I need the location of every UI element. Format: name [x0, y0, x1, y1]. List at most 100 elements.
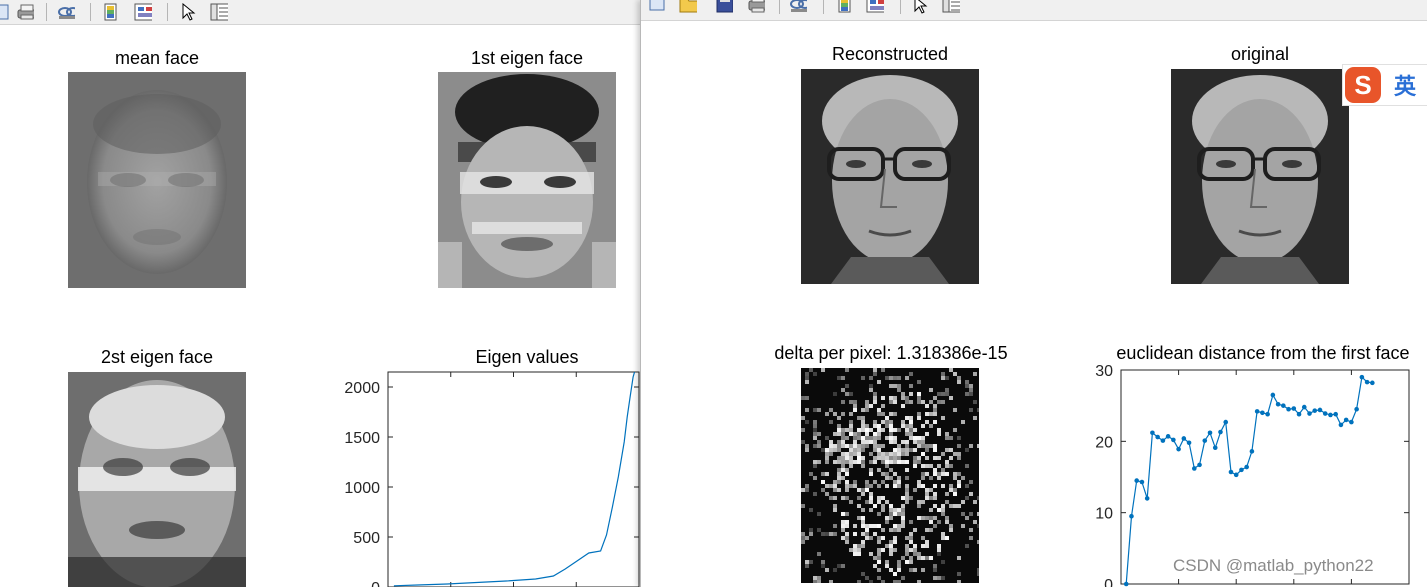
eigen-values-title: Eigen values [475, 347, 579, 367]
ime-language-label: 英 [1394, 75, 1417, 100]
data-point [1129, 513, 1134, 519]
y-tick-label: 20 [1095, 434, 1113, 451]
pointer-icon[interactable] [180, 3, 198, 21]
data-point [1249, 449, 1255, 454]
y-tick-label: 500 [353, 530, 380, 547]
first-eigen-face-title: 1st eigen face [470, 48, 584, 68]
delta-image [801, 368, 979, 583]
toolbar-separator [900, 0, 901, 14]
delta-per-pixel-title: delta per pixel: 1.318386e-15 [774, 343, 1008, 363]
data-point [1207, 430, 1213, 436]
data-point [1160, 438, 1166, 443]
data-point [1165, 434, 1171, 439]
data-point [1359, 374, 1365, 380]
data-point [1291, 406, 1297, 411]
data-point [1239, 467, 1244, 473]
reconstructed-title: Reconstructed [831, 44, 949, 64]
new-figure-icon[interactable] [648, 0, 666, 18]
second-eigen-face-image [68, 372, 246, 587]
data-point [1218, 429, 1223, 435]
y-tick-label: 1000 [344, 480, 380, 497]
data-point [1171, 437, 1176, 443]
original-image [1171, 69, 1349, 284]
data-point [1317, 407, 1323, 413]
data-point [1322, 411, 1328, 416]
data-point [1343, 417, 1349, 423]
data-point [1134, 478, 1140, 483]
data-point [1312, 408, 1318, 413]
print-icon[interactable] [16, 3, 34, 21]
mean-face-image [68, 72, 246, 288]
open-icon[interactable] [679, 0, 697, 18]
eigen-values-axes: 0 500 1000 1500 2000 [344, 371, 640, 587]
data-point [1328, 412, 1333, 418]
data-point [1223, 419, 1229, 425]
data-point [1123, 581, 1129, 587]
data-point [1265, 411, 1270, 417]
link-icon[interactable] [57, 3, 75, 21]
second-eigen-face-title: 2st eigen face [100, 347, 214, 367]
original-title: original [1230, 44, 1290, 64]
toolbar-separator [779, 0, 780, 14]
data-point [1181, 436, 1187, 441]
data-point [1155, 434, 1160, 440]
data-point [1296, 411, 1302, 417]
data-point [1260, 410, 1265, 416]
y-tick-label: 1500 [344, 430, 380, 447]
figure-window-right: Reconstructed original delta per pixel: … [640, 0, 1427, 587]
data-point [1338, 422, 1344, 428]
reconstructed-image [801, 69, 979, 284]
toolbar-separator [46, 3, 47, 21]
data-point [1301, 404, 1307, 410]
plot-area [1120, 369, 1410, 585]
data-point [1244, 464, 1249, 470]
euclidean-distance-plot: 0 10 20 30 [1071, 360, 1427, 587]
y-tick-label: 30 [1095, 363, 1113, 380]
data-point [1144, 496, 1150, 501]
y-tick-label: 2000 [344, 380, 380, 397]
link-icon[interactable] [789, 0, 807, 18]
data-point [1281, 403, 1286, 408]
data-point [1364, 379, 1370, 385]
data-point [1192, 466, 1197, 471]
mean-face-title: mean face [114, 48, 200, 68]
property-inspector-icon[interactable] [942, 0, 960, 18]
first-eigen-face-image [438, 72, 616, 288]
property-inspector-icon[interactable] [210, 3, 228, 21]
data-point [1197, 462, 1202, 468]
figure-toolbar [0, 0, 640, 25]
csdn-watermark: CSDN @matlab_python22 [1173, 556, 1374, 575]
data-point [1333, 411, 1338, 417]
data-point [1150, 430, 1155, 436]
data-point [1349, 419, 1354, 425]
y-tick-label: 10 [1095, 506, 1113, 523]
data-point [1186, 440, 1192, 446]
data-point [1202, 438, 1208, 443]
y-tick-label: 0 [1104, 577, 1113, 587]
data-point [1354, 406, 1359, 412]
data-point [1275, 401, 1281, 407]
data-point [1212, 445, 1218, 451]
toolbar-separator [823, 0, 824, 14]
data-point [1286, 406, 1291, 412]
data-point [1270, 392, 1276, 398]
colorbar-icon[interactable] [102, 3, 120, 21]
legend-icon[interactable] [134, 3, 152, 21]
eigen-values-plot: 0 500 1000 1500 2000 [330, 366, 640, 587]
plot-area [387, 371, 640, 587]
data-point [1176, 446, 1181, 452]
figure-window-left: mean face 1st eigen face 2st eigen face … [0, 0, 640, 587]
colorbar-icon[interactable] [836, 0, 854, 18]
ime-logo-text: S [1354, 70, 1371, 100]
save-icon[interactable] [715, 0, 733, 18]
ime-indicator[interactable]: S 英 [1342, 64, 1427, 106]
euclidean-distance-axes: 0 10 20 30 [1095, 363, 1410, 587]
data-point [1370, 380, 1375, 386]
print-icon[interactable] [747, 0, 765, 18]
toolbar-separator [167, 3, 168, 21]
data-point [1139, 479, 1145, 485]
pointer-icon[interactable] [912, 0, 930, 18]
legend-icon[interactable] [866, 0, 884, 18]
figure-toolbar [641, 0, 1427, 21]
toolbar-separator [90, 3, 91, 21]
